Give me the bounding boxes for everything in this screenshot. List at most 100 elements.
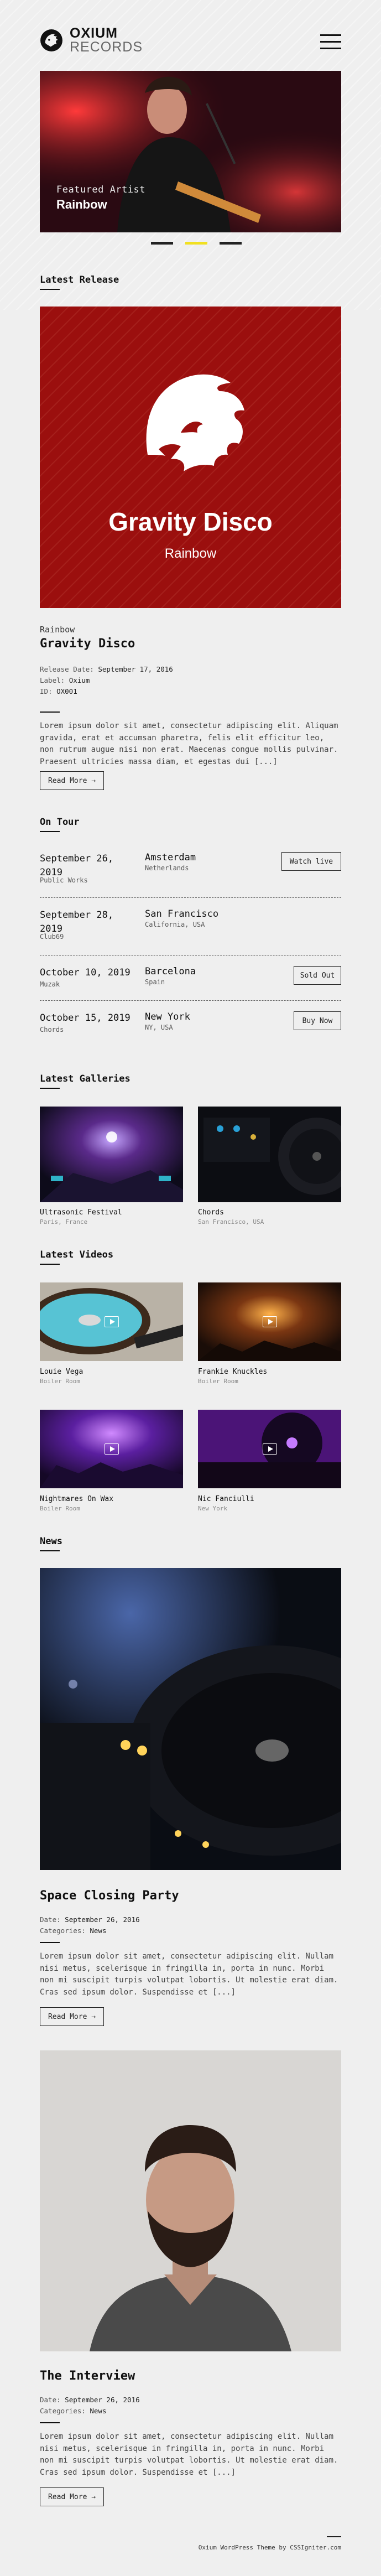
section-divider: [40, 1088, 60, 1089]
news-categories-label: Categories:: [40, 1926, 86, 1935]
footer-credit[interactable]: Oxium WordPress Theme by CSSIgniter.com: [199, 2544, 341, 2551]
tour-venue: Public Works: [40, 876, 88, 884]
news-date-value: September 26, 2016: [65, 1915, 140, 1924]
release-description: Lorem ipsum dolor sit amet, consectetur …: [40, 721, 338, 767]
tour-row: September 26, 2019 Public Works Amsterda…: [40, 852, 341, 885]
hero-caption-small: Featured Artist: [56, 184, 146, 195]
release-date-value: September 17, 2016: [98, 665, 173, 673]
release-date-label: Release Date:: [40, 665, 94, 673]
release-label-value: Oxium: [69, 676, 90, 684]
video-subtitle: Boiler Room: [40, 1378, 80, 1385]
cover-title: Gravity Disco: [108, 507, 273, 536]
news-date-label: Date:: [40, 1915, 61, 1924]
section-divider: [40, 831, 60, 832]
video-title[interactable]: Frankie Knuckles: [198, 1368, 267, 1376]
cover-artist: Rainbow: [164, 546, 217, 561]
news-date-value: September 26, 2016: [65, 2396, 140, 2404]
video-subtitle: Boiler Room: [40, 1505, 80, 1512]
news-divider: [40, 2422, 60, 2423]
tour-venue: Muzak: [40, 980, 60, 988]
release-artist[interactable]: Rainbow: [40, 625, 75, 635]
release-label-label: Label:: [40, 676, 65, 684]
news-read-more-button[interactable]: Read More →: [40, 2007, 104, 2026]
tour-row: October 10, 2019 Muzak Barcelona Spain S…: [40, 966, 341, 994]
tour-city: Barcelona: [145, 966, 196, 977]
hero-caption-title[interactable]: Rainbow: [56, 198, 145, 212]
release-id-value: OX001: [56, 687, 77, 695]
release-cover[interactable]: Gravity Disco Rainbow: [40, 307, 341, 608]
tour-watch-live-button[interactable]: Watch live: [281, 852, 341, 871]
tour-buy-now-button[interactable]: Buy Now: [294, 1011, 341, 1030]
section-title-latest-galleries: Latest Galleries: [40, 1073, 131, 1084]
section-title-news: News: [40, 1536, 62, 1547]
lion-logo-icon: [40, 29, 62, 51]
release-id-label: ID:: [40, 687, 53, 695]
hero-slider[interactable]: Featured Artist Rainbow: [40, 71, 341, 232]
slider-dot-3[interactable]: [220, 242, 242, 245]
news-category-link[interactable]: News: [90, 2407, 106, 2415]
tour-city: Amsterdam: [145, 852, 196, 863]
tour-city: New York: [145, 1011, 190, 1022]
tour-venue: Chords: [40, 1026, 64, 1033]
tour-venue: Club69: [40, 933, 64, 941]
menu-hamburger-icon[interactable]: [320, 34, 341, 50]
news-image[interactable]: [40, 2050, 341, 2351]
video-thumbnail[interactable]: [40, 1282, 183, 1361]
gallery-thumbnail[interactable]: [198, 1107, 341, 1202]
footer-divider: [327, 2536, 341, 2537]
gallery-title[interactable]: Chords: [198, 1208, 224, 1217]
release-meta: Release Date: September 17, 2016 Label: …: [40, 664, 173, 697]
gallery-image: [40, 1107, 183, 1202]
play-icon[interactable]: [104, 1443, 119, 1455]
section-title-on-tour: On Tour: [40, 817, 80, 828]
video-thumbnail[interactable]: [40, 1410, 183, 1488]
tour-row: September 28, 2019 Club69 San Francisco …: [40, 908, 341, 942]
release-cover-art: [40, 307, 341, 608]
section-title-latest-videos: Latest Videos: [40, 1249, 114, 1260]
play-icon[interactable]: [262, 1443, 277, 1455]
tour-divider: [40, 1000, 341, 1001]
play-icon[interactable]: [262, 1316, 277, 1327]
news-excerpt: Lorem ipsum dolor sit amet, consectetur …: [40, 1952, 338, 1997]
release-read-more-button[interactable]: Read More →: [40, 771, 104, 790]
video-subtitle: Boiler Room: [198, 1378, 238, 1385]
release-title[interactable]: Gravity Disco: [40, 637, 135, 651]
news-category-link[interactable]: News: [90, 1926, 106, 1935]
section-divider: [40, 289, 60, 290]
slider-pagination: [151, 242, 242, 245]
news-excerpt: Lorem ipsum dolor sit amet, consectetur …: [40, 2432, 338, 2478]
tour-date: October 15, 2019: [40, 1012, 131, 1024]
video-subtitle: New York: [198, 1505, 227, 1512]
news-title[interactable]: Space Closing Party: [40, 1889, 179, 1903]
news-image[interactable]: [40, 1568, 341, 1870]
section-title-latest-release: Latest Release: [40, 274, 119, 285]
site-logo[interactable]: OXIUM RECORDS: [40, 27, 143, 54]
news-image-art: [40, 1568, 341, 1870]
video-thumbnail[interactable]: [198, 1282, 341, 1361]
news-divider: [40, 1942, 60, 1943]
tour-date: September 26, 2019: [40, 853, 114, 878]
news-meta: Date: September 26, 2016 Categories: New…: [40, 1914, 140, 1936]
gallery-subtitle: Paris, France: [40, 1218, 88, 1225]
section-divider: [40, 1550, 60, 1551]
tour-date: September 28, 2019: [40, 910, 114, 934]
gallery-thumbnail[interactable]: [40, 1107, 183, 1202]
tour-country: Spain: [145, 978, 165, 986]
video-title[interactable]: Louie Vega: [40, 1368, 83, 1376]
brand-line-1: OXIUM: [70, 25, 118, 41]
brand-line-2: RECORDS: [70, 39, 143, 55]
slider-dot-2[interactable]: [185, 242, 207, 245]
video-title[interactable]: Nic Fanciulli: [198, 1495, 254, 1503]
site-header: OXIUM RECORDS: [40, 27, 341, 58]
news-read-more-button[interactable]: Read More →: [40, 2487, 104, 2506]
release-divider: [40, 711, 60, 713]
video-title[interactable]: Nightmares On Wax: [40, 1495, 113, 1503]
play-icon[interactable]: [104, 1316, 119, 1327]
tour-row: October 15, 2019 Chords New York NY, USA…: [40, 1011, 341, 1039]
tour-sold-out-button[interactable]: Sold Out: [294, 966, 341, 985]
slider-dot-1[interactable]: [151, 242, 173, 245]
gallery-title[interactable]: Ultrasonic Festival: [40, 1208, 122, 1217]
news-image-art: [40, 2050, 341, 2351]
news-title[interactable]: The Interview: [40, 2369, 135, 2383]
video-thumbnail[interactable]: [198, 1410, 341, 1488]
